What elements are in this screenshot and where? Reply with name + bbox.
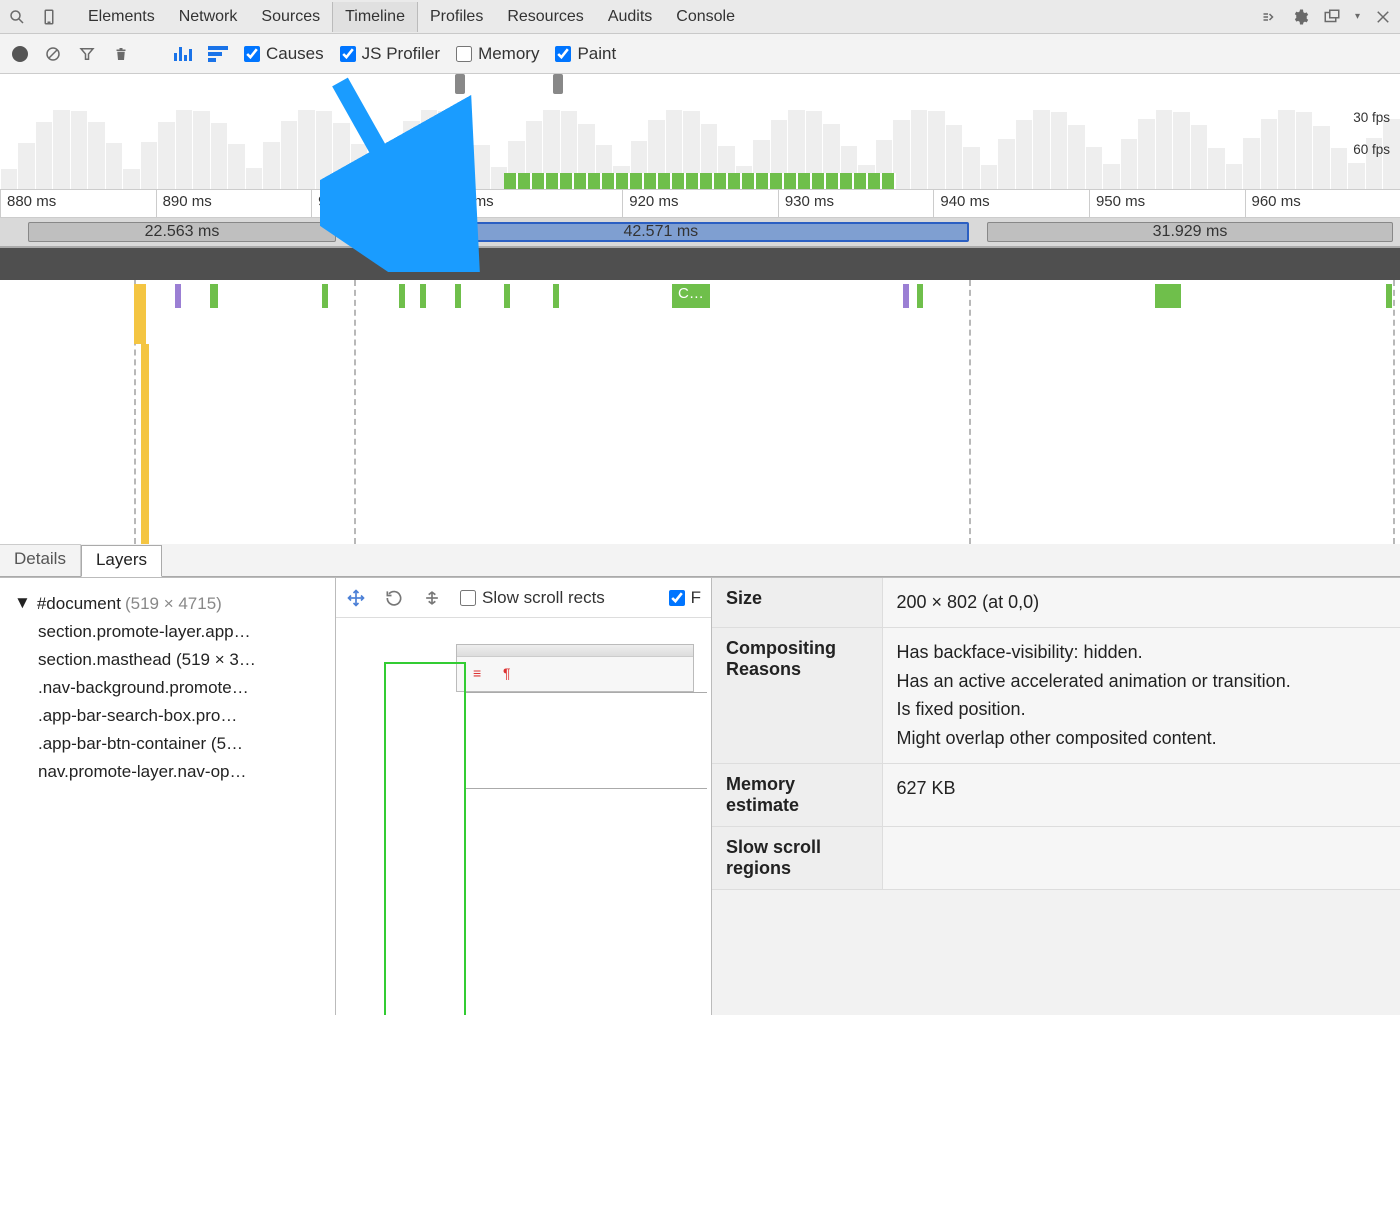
tree-item[interactable]: .nav-background.promote… — [14, 674, 321, 702]
extra-label: F — [691, 588, 701, 608]
ruler-tick: 890 ms — [156, 190, 312, 217]
pilcrow-icon: ¶ — [503, 665, 511, 681]
search-icon[interactable] — [8, 8, 26, 26]
devtools-tabstrip: ElementsNetworkSourcesTimelineProfilesRe… — [0, 0, 1400, 34]
pan-icon[interactable] — [346, 588, 366, 608]
filter-icon[interactable] — [78, 45, 96, 63]
ruler-tick: 880 ms — [0, 190, 156, 217]
record-button[interactable] — [12, 46, 28, 62]
tree-item[interactable]: nav.promote-layer.nav-op… — [14, 758, 321, 786]
ruler-tick: 940 ms — [933, 190, 1089, 217]
composite-event[interactable]: C… — [672, 284, 710, 308]
tree-root[interactable]: ▼ #document (519 × 4715) — [14, 590, 321, 618]
hamburger-icon: ≡ — [473, 665, 483, 681]
ruler-tick: 930 ms — [778, 190, 934, 217]
selected-layer-outline — [384, 662, 466, 1015]
trash-icon[interactable] — [112, 45, 130, 63]
tab-sources[interactable]: Sources — [249, 2, 332, 32]
overview-handle-right[interactable] — [553, 74, 563, 94]
device-icon[interactable] — [40, 8, 58, 26]
tree-item[interactable]: .app-bar-search-box.pro… — [14, 702, 321, 730]
layer-props-table: Size 200 × 802 (at 0,0) Compositing Reas… — [712, 578, 1400, 890]
tab-audits[interactable]: Audits — [596, 2, 664, 32]
memory-label: Memory — [478, 44, 539, 64]
tab-resources[interactable]: Resources — [495, 2, 595, 32]
tree-root-dim: (519 × 4715) — [125, 590, 222, 618]
subtab-layers[interactable]: Layers — [81, 545, 162, 577]
close-icon[interactable] — [1374, 8, 1392, 26]
time-ruler: 880 ms890 ms900 msms920 ms930 ms940 ms95… — [0, 190, 1400, 218]
overview-handle-left[interactable] — [455, 74, 465, 94]
ruler-tick: 920 ms — [622, 190, 778, 217]
gear-icon[interactable] — [1291, 8, 1309, 26]
detail-subtabs: DetailsLayers — [0, 544, 1400, 577]
tree-item[interactable]: .app-bar-btn-container (5… — [14, 730, 321, 758]
dock-menu-chevron-icon[interactable]: ▾ — [1355, 11, 1360, 22]
layer-preview-pane: Slow scroll rects F ≡ ¶ — [336, 578, 712, 1015]
paint-label: Paint — [577, 44, 616, 64]
prop-row-size: Size 200 × 802 (at 0,0) — [712, 578, 1400, 627]
ruler-tick: 900 ms — [311, 190, 467, 217]
layer-props-pane: Size 200 × 802 (at 0,0) Compositing Reas… — [712, 578, 1400, 1015]
extra-checkbox[interactable]: F — [669, 588, 701, 608]
dock-icon[interactable] — [1323, 8, 1341, 26]
clear-icon[interactable] — [44, 45, 62, 63]
mini-window: ≡ ¶ — [456, 644, 694, 692]
frame-c[interactable]: 31.929 ms — [987, 222, 1393, 242]
causes-label: Causes — [266, 44, 324, 64]
jsprofiler-label: JS Profiler — [362, 44, 440, 64]
frames-view-icon[interactable] — [174, 47, 192, 61]
preview-toolbar: Slow scroll rects F — [336, 578, 711, 618]
causes-checkbox[interactable]: Causes — [244, 44, 324, 64]
prop-row-slow-scroll: Slow scroll regions — [712, 826, 1400, 889]
tree-item[interactable]: section.masthead (519 × 3… — [14, 646, 321, 674]
prop-row-memory: Memory estimate 627 KB — [712, 763, 1400, 826]
tab-profiles[interactable]: Profiles — [418, 2, 495, 32]
memory-checkbox[interactable]: Memory — [456, 44, 539, 64]
paint-checkbox[interactable]: Paint — [555, 44, 616, 64]
frames-row[interactable]: 22.563 ms 42.571 ms 31.929 ms — [0, 218, 1400, 248]
layer-3d-preview[interactable]: ≡ ¶ — [336, 618, 711, 1015]
slow-scroll-checkbox[interactable]: Slow scroll rects — [460, 588, 605, 608]
rotate-icon[interactable] — [384, 588, 404, 608]
tab-timeline[interactable]: Timeline — [332, 2, 418, 32]
tree-item[interactable]: section.promote-layer.app… — [14, 618, 321, 646]
layer-tree-pane: ▼ #document (519 × 4715) section.promote… — [0, 578, 336, 1015]
tree-root-label: #document — [37, 590, 121, 618]
panel-tabs: ElementsNetworkSourcesTimelineProfilesRe… — [76, 2, 747, 32]
tab-network[interactable]: Network — [167, 2, 250, 32]
drawer-icon[interactable] — [1259, 8, 1277, 26]
subtab-details[interactable]: Details — [0, 544, 81, 576]
cpu-row — [0, 248, 1400, 280]
disclosure-triangle-icon[interactable]: ▼ — [14, 589, 31, 617]
timeline-toolbar: Causes JS Profiler Memory Paint — [0, 34, 1400, 74]
flame-chart[interactable]: C… — [0, 280, 1400, 544]
prop-row-compositing: Compositing Reasons Has backface-visibil… — [712, 627, 1400, 763]
layers-pane: ▼ #document (519 × 4715) section.promote… — [0, 577, 1400, 1015]
fps-labels: 30 fps 60 fps — [1353, 102, 1390, 166]
tab-elements[interactable]: Elements — [76, 2, 167, 32]
slow-scroll-label: Slow scroll rects — [482, 588, 605, 608]
flame-view-icon[interactable] — [208, 46, 228, 62]
ruler-tick: ms — [467, 190, 623, 217]
reset-icon[interactable] — [422, 588, 442, 608]
frame-b-selected[interactable]: 42.571 ms — [353, 222, 969, 242]
ruler-tick: 950 ms — [1089, 190, 1245, 217]
overview-pane[interactable]: 30 fps 60 fps — [0, 74, 1400, 190]
ruler-tick: 960 ms — [1245, 190, 1400, 217]
frame-a[interactable]: 22.563 ms — [28, 222, 336, 242]
jsprofiler-checkbox[interactable]: JS Profiler — [340, 44, 440, 64]
tab-console[interactable]: Console — [664, 2, 747, 32]
